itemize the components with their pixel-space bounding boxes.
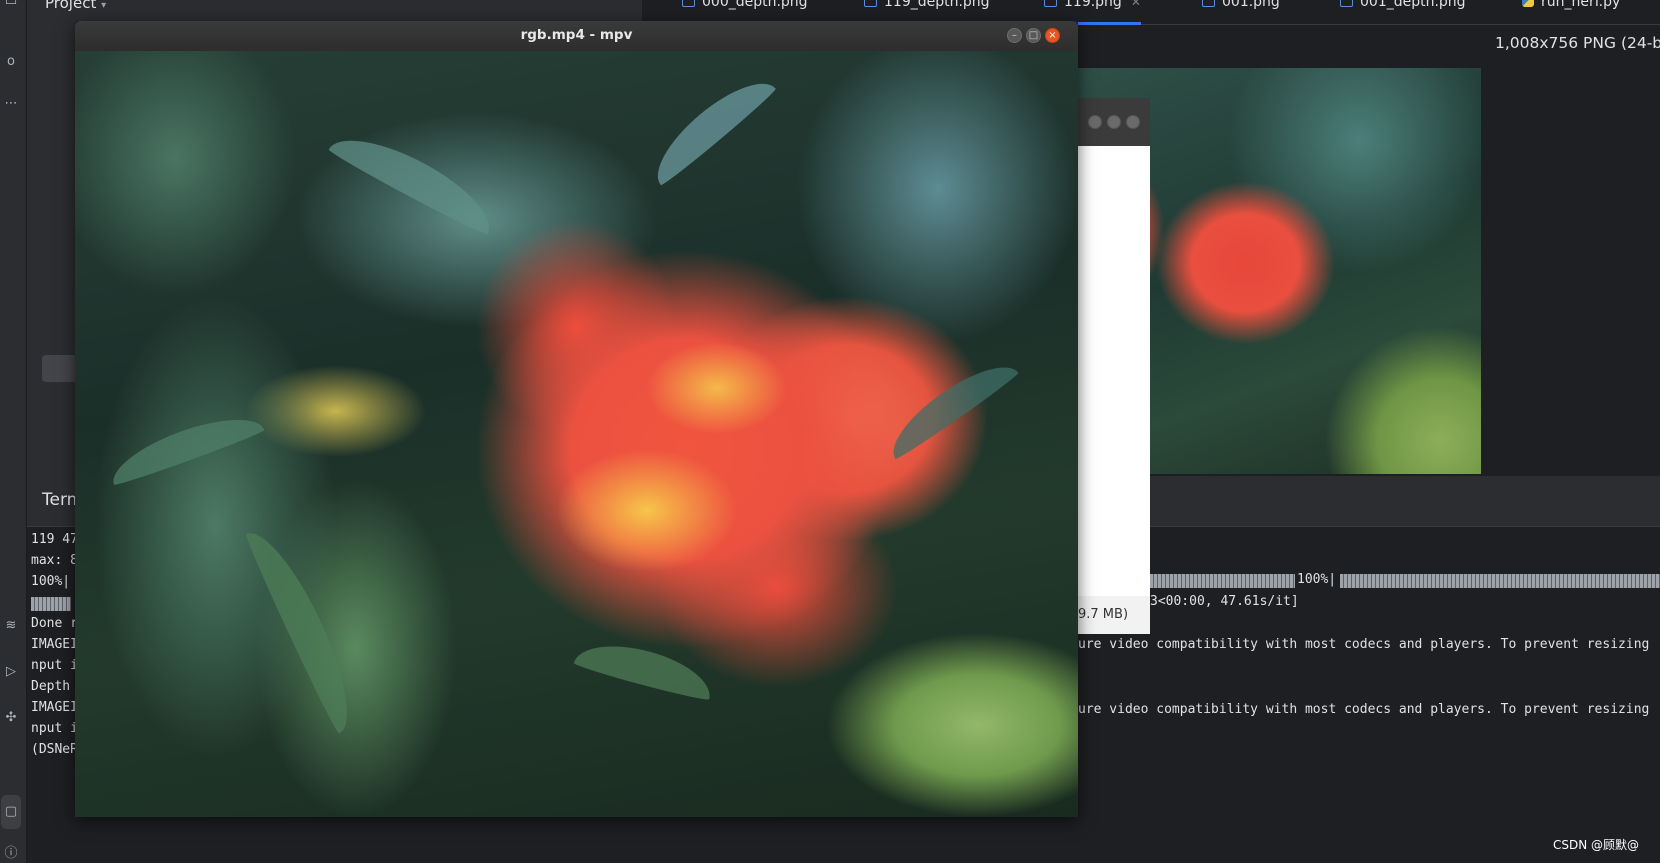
- maximize-icon[interactable]: □: [1026, 28, 1041, 43]
- python-packages-icon[interactable]: ✣: [3, 710, 19, 726]
- terminal-progress-label: 100%|: [1297, 572, 1337, 587]
- tab-119-depth[interactable]: 119_depth.png: [864, 0, 990, 22]
- terminal-line: max: 8: [31, 553, 78, 568]
- commit-icon[interactable]: o: [3, 54, 19, 70]
- layers-icon[interactable]: ≋: [3, 618, 19, 634]
- terminal-line: Depth: [31, 679, 71, 694]
- tab-001[interactable]: 001.png: [1202, 0, 1280, 22]
- terminal-progress-bar: [1150, 574, 1295, 588]
- tab-001-depth[interactable]: 001_depth.png: [1340, 0, 1466, 22]
- terminal-line: IMAGEI: [31, 700, 78, 715]
- terminal-warning: ure video compatibility with most codecs…: [1078, 637, 1650, 652]
- left-tool-strip: ▭ o ⋯ ≋ ▷ ✣ ▢ ⓘ: [0, 0, 27, 863]
- terminal-line: (DSNeR: [31, 742, 78, 757]
- image-file-icon: [1202, 0, 1215, 7]
- tab-run-nerf[interactable]: run_nerf.py: [1522, 0, 1620, 22]
- project-title[interactable]: Project ▾: [45, 0, 106, 12]
- terminal-line: IMAGEI: [31, 637, 78, 652]
- leaf-shape: [327, 120, 503, 238]
- mpv-titlebar[interactable]: rgb.mp4 - mpv – □ ×: [75, 21, 1078, 51]
- terminal-rate: 3<00:00, 47.61s/it]: [1150, 594, 1299, 609]
- terminal-line: nput i: [31, 658, 78, 673]
- terminal-line: nput i: [31, 721, 78, 736]
- mpv-window-title: rgb.mp4 - mpv: [520, 27, 633, 43]
- image-info: 1,008x756 PNG (24-b: [1495, 34, 1660, 52]
- terminal-tool-icon[interactable]: ▢: [3, 804, 19, 820]
- leaf-shape: [879, 350, 1021, 462]
- problems-icon[interactable]: ⓘ: [3, 846, 19, 862]
- terminal-progress-bar: [31, 597, 71, 611]
- terminal-line: 100%|: [31, 574, 71, 589]
- more-icon[interactable]: ⋯: [3, 96, 19, 112]
- terminal-warning: ure video compatibility with most codecs…: [1078, 702, 1650, 717]
- secondary-window-titlebar[interactable]: [1078, 98, 1150, 146]
- secondary-window-footer: 9.7 MB): [1078, 596, 1150, 634]
- secondary-window[interactable]: 9.7 MB): [1078, 98, 1150, 634]
- video-frame[interactable]: [75, 51, 1078, 817]
- file-size-text: 9.7 MB): [1078, 607, 1129, 622]
- project-view-icon[interactable]: ▭: [3, 0, 19, 10]
- watermark: CSDN @顾默@: [1553, 838, 1640, 852]
- terminal-line: 119 47: [31, 532, 78, 547]
- leaf-shape: [572, 633, 718, 703]
- close-tab-icon[interactable]: ✕: [1131, 0, 1141, 9]
- python-file-icon: [1522, 0, 1534, 7]
- minimize-icon[interactable]: –: [1007, 28, 1022, 43]
- leaf-shape: [243, 521, 367, 735]
- mpv-window[interactable]: rgb.mp4 - mpv – □ ×: [75, 21, 1078, 817]
- run-icon[interactable]: ▷: [3, 664, 19, 680]
- image-file-icon: [1044, 0, 1057, 7]
- terminal-progress-bar: [1340, 574, 1660, 588]
- minimize-icon[interactable]: [1088, 115, 1102, 129]
- image-file-icon: [1340, 0, 1353, 7]
- terminal-line: Done r: [31, 616, 78, 631]
- close-icon[interactable]: [1126, 115, 1140, 129]
- image-file-icon: [864, 0, 877, 7]
- leaf-shape: [104, 404, 266, 488]
- tab-000-depth[interactable]: 000_depth.png: [682, 0, 808, 22]
- close-icon[interactable]: ×: [1045, 28, 1060, 43]
- maximize-icon[interactable]: [1107, 115, 1121, 129]
- image-file-icon: [682, 0, 695, 7]
- leaf-shape: [642, 66, 778, 188]
